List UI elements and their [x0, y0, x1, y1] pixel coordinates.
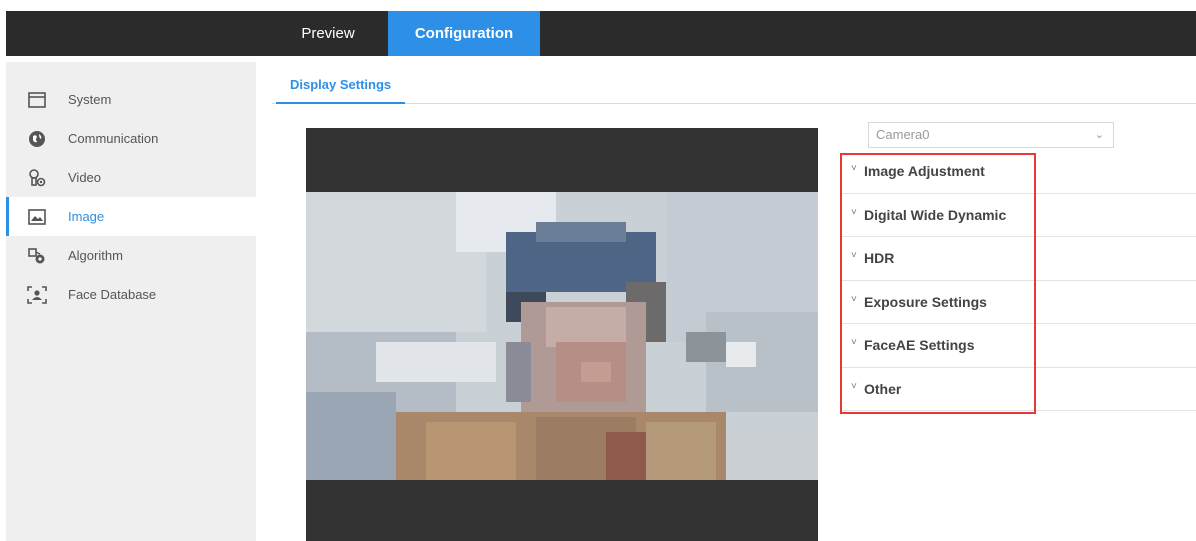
sidebar-item-label: Face Database [68, 287, 157, 302]
algorithm-icon [27, 246, 47, 266]
camera-select[interactable]: Camera0 ⌄ [868, 122, 1114, 148]
video-preview [306, 128, 818, 541]
sidebar: System Communication Video Image Algorit… [6, 62, 256, 541]
section-other[interactable]: ˅ Other [842, 368, 1196, 411]
sidebar-item-system[interactable]: System [6, 80, 256, 119]
camera-select-value: Camera0 [876, 127, 930, 142]
chevron-down-icon: ˅ [851, 380, 857, 392]
system-icon [27, 90, 47, 110]
globe-icon [27, 129, 47, 149]
section-label: Exposure Settings [864, 293, 987, 310]
section-image-adjustment[interactable]: ˅ Image Adjustment [842, 150, 1196, 194]
video-icon [27, 168, 47, 188]
sidebar-item-label: Video [68, 170, 102, 185]
tab-configuration[interactable]: Configuration [388, 11, 540, 56]
chevron-down-icon: ˅ [851, 293, 857, 305]
sidebar-item-face-database[interactable]: Face Database [6, 275, 256, 314]
section-label: Image Adjustment [864, 163, 985, 179]
sidebar-item-label: System [68, 92, 112, 107]
app-window: Preview Configuration System Communicati… [0, 0, 1196, 541]
sidebar-item-video[interactable]: Video [6, 158, 256, 197]
sidebar-item-communication[interactable]: Communication [6, 119, 256, 158]
image-icon [27, 207, 47, 227]
chevron-down-icon: ˅ [851, 163, 857, 174]
chevron-down-icon: ˅ [851, 206, 857, 218]
tab-preview[interactable]: Preview [276, 11, 380, 56]
sidebar-item-image[interactable]: Image [6, 197, 256, 236]
section-exposure-settings[interactable]: ˅ Exposure Settings [842, 281, 1196, 324]
section-label: Digital Wide Dynamic [864, 206, 1007, 223]
subtab-bar: Display Settings [272, 66, 1196, 104]
top-nav-bar: Preview Configuration [6, 11, 1196, 56]
section-label: Other [864, 380, 902, 397]
chevron-down-icon: ˅ [851, 250, 857, 261]
tab-display-settings[interactable]: Display Settings [276, 66, 406, 104]
section-hdr[interactable]: ˅ HDR [842, 237, 1196, 281]
sidebar-item-algorithm[interactable]: Algorithm [6, 236, 256, 275]
pixelated-camera-feed [306, 192, 818, 480]
section-digital-wide-dynamic[interactable]: ˅ Digital Wide Dynamic [842, 194, 1196, 237]
sidebar-item-label: Communication [68, 131, 159, 146]
sidebar-item-label: Image [68, 209, 105, 224]
face-database-icon [27, 285, 47, 305]
settings-sections: ˅ Image Adjustment ˅ Digital Wide Dynami… [842, 150, 1196, 411]
sidebar-item-label: Algorithm [68, 248, 123, 263]
section-faceae-settings[interactable]: ˅ FaceAE Settings [842, 324, 1196, 368]
chevron-down-icon: ˅ [851, 337, 857, 348]
section-label: HDR [864, 250, 895, 266]
section-label: FaceAE Settings [864, 337, 975, 353]
chevron-down-icon: ⌄ [1094, 129, 1104, 141]
